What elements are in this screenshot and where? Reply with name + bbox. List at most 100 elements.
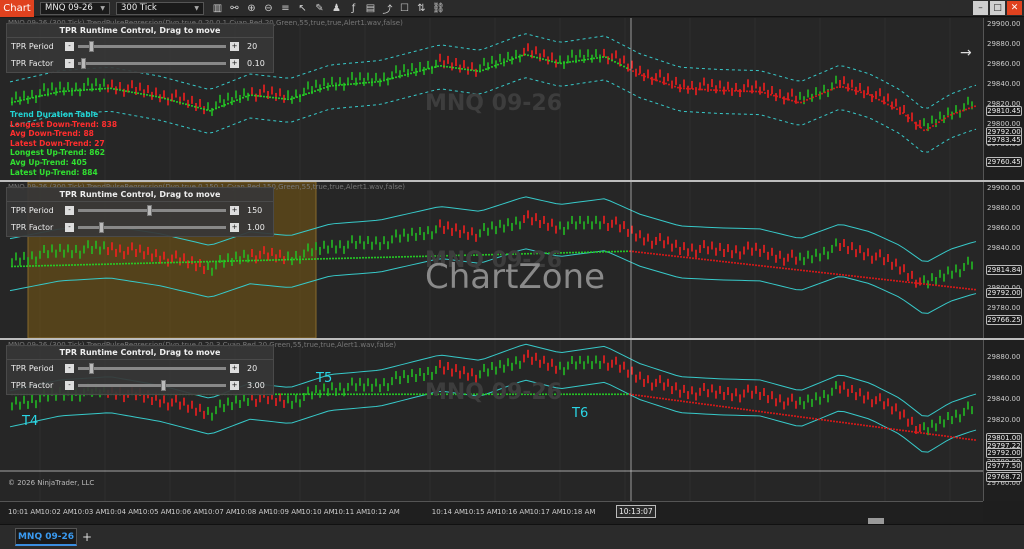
bear-line-dot [959, 110, 961, 113]
bull-line-dot [299, 393, 301, 396]
bull-line-dot [410, 393, 412, 396]
period-slider[interactable] [78, 41, 226, 52]
control-title[interactable]: TPR Runtime Control, Drag to move [7, 188, 273, 202]
bull-line-dot [356, 256, 358, 259]
annotation-t5[interactable]: T5 [316, 371, 332, 386]
bull-line-dot [623, 65, 625, 68]
factor-increment-button[interactable]: + [230, 59, 239, 68]
close-button[interactable]: ✕ [1007, 1, 1022, 15]
bear-line-dot [656, 79, 658, 82]
control-title[interactable]: TPR Runtime Control, Drag to move [7, 346, 273, 360]
period-slider[interactable] [78, 205, 226, 216]
factor-value: 0.10 [247, 59, 265, 68]
add-tab-button[interactable]: + [80, 529, 94, 545]
data-box-icon[interactable]: ☐ [397, 1, 412, 16]
share-icon[interactable]: ⤴ [380, 1, 395, 16]
bear-line-dot [638, 73, 640, 76]
bull-line-dot [104, 263, 106, 266]
factor-decrement-button[interactable]: - [65, 381, 74, 390]
arrow-right-icon[interactable]: → [960, 45, 972, 61]
factor-decrement-button[interactable]: - [65, 223, 74, 232]
period-decrement-button[interactable]: - [65, 42, 74, 51]
period-slider-thumb[interactable] [89, 41, 95, 52]
bear-line-dot [830, 272, 832, 275]
bar-chart-icon[interactable]: ▥ [210, 1, 225, 16]
factor-slider[interactable] [78, 380, 226, 391]
bull-line-dot [302, 94, 304, 97]
bear-line-dot [761, 264, 763, 267]
tpr-control-panel[interactable]: TPR Runtime Control, Drag to move TPR Pe… [6, 23, 274, 73]
chart-pane-3[interactable]: MNQ 09-26 (300 Tick) TrendPulseRegressio… [0, 340, 983, 501]
bear-line-dot [890, 105, 892, 108]
tpr-control-panel[interactable]: TPR Runtime Control, Drag to move TPR Pe… [6, 187, 274, 237]
bull-line-dot [473, 69, 475, 72]
bear-line-dot [860, 91, 862, 94]
period-slider-thumb[interactable] [146, 205, 152, 216]
price-axis-3[interactable]: 29880.0029860.0029840.0029820.0029800.00… [983, 340, 1024, 501]
bull-line-dot [149, 94, 151, 97]
bear-line-dot [632, 393, 634, 396]
zoom-in-icon[interactable]: ⊕ [244, 1, 259, 16]
properties-icon[interactable]: ≡ [278, 1, 293, 16]
period-value: 20 [247, 364, 258, 373]
period-increment-button[interactable]: + [230, 206, 239, 215]
bull-line-dot [344, 83, 346, 86]
factor-increment-button[interactable]: + [230, 223, 239, 232]
price-tick: 29820.00 [987, 416, 1021, 424]
chart-style-icon[interactable]: ⚯ [227, 1, 242, 16]
tpr-control-panel[interactable]: TPR Runtime Control, Drag to move TPR Pe… [6, 345, 274, 395]
period-slider[interactable] [78, 363, 226, 374]
strategies-icon[interactable]: ♟ [329, 1, 344, 16]
control-title[interactable]: TPR Runtime Control, Drag to move [7, 24, 273, 38]
bear-line-dot [803, 100, 805, 103]
annotation-t4[interactable]: T4 [22, 414, 38, 429]
bull-line-dot [602, 250, 604, 253]
period-increment-button[interactable]: + [230, 364, 239, 373]
bull-line-dot [335, 393, 337, 396]
price-axis-1[interactable]: 29900.00 29880.00 29860.00 29840.00 29820.00… [983, 18, 1024, 180]
factor-slider[interactable] [78, 58, 226, 69]
factor-slider-thumb[interactable] [160, 380, 166, 391]
bull-line-dot [236, 259, 238, 262]
factor-decrement-button[interactable]: - [65, 59, 74, 68]
period-label: TPR Period [11, 42, 54, 51]
chart-pane-2[interactable]: MNQ 09-26 (300 Tick) TrendPulseRegressio… [0, 182, 983, 338]
maximize-button[interactable]: □ [990, 1, 1005, 15]
period-slider-thumb[interactable] [89, 363, 95, 374]
chart-menu-button[interactable]: Chart [0, 0, 34, 17]
indicators-icon[interactable]: ƒ [346, 1, 361, 16]
time-tick: 10:09 AM [268, 508, 303, 516]
time-axis[interactable]: 10:13:07 10:01 AM 10:02 AM 10:03 AM 10:04 A… [0, 501, 983, 522]
factor-slider-thumb[interactable] [99, 222, 105, 233]
period-increment-button[interactable]: + [230, 42, 239, 51]
tab-mnq[interactable]: MNQ 09-26 [15, 528, 77, 546]
bull-line-dot [347, 393, 349, 396]
factor-increment-button[interactable]: + [230, 381, 239, 390]
instrument-link-icon[interactable]: ⛓ [431, 1, 446, 16]
bull-line-dot [557, 61, 559, 64]
bear-line-dot [890, 427, 892, 430]
bear-line-dot [752, 263, 754, 266]
chart-pane-1[interactable]: MNQ 09-26 (300 Tick) TrendPulseRegressio… [0, 18, 983, 180]
bear-line-dot [893, 106, 895, 109]
factor-slider[interactable] [78, 222, 226, 233]
drawing-tools-icon[interactable]: ✎ [312, 1, 327, 16]
bear-line-dot [644, 395, 646, 398]
price-axis-2[interactable]: 29900.0029880.0029860.0029840.0029820.00… [983, 182, 1024, 338]
instrument-selector[interactable]: MNQ 09-26 ▼ [40, 1, 110, 15]
bear-line-dot [863, 424, 865, 427]
bull-line-dot [344, 257, 346, 260]
minimize-button[interactable]: – [973, 1, 988, 15]
templates-icon[interactable]: ▤ [363, 1, 378, 16]
annotation-t6[interactable]: T6 [572, 406, 588, 421]
interval-selector[interactable]: 300 Tick ▼ [116, 1, 204, 15]
period-decrement-button[interactable]: - [65, 206, 74, 215]
pointer-icon[interactable]: ↖ [295, 1, 310, 16]
longest-down-trend: Longest Down-Trend: 838 [10, 119, 118, 129]
bull-line-dot [302, 393, 304, 396]
chart-trader-icon[interactable]: ⇅ [414, 1, 429, 16]
bull-line-dot [329, 393, 331, 396]
zoom-out-icon[interactable]: ⊖ [261, 1, 276, 16]
factor-slider-thumb[interactable] [80, 58, 86, 69]
period-decrement-button[interactable]: - [65, 364, 74, 373]
